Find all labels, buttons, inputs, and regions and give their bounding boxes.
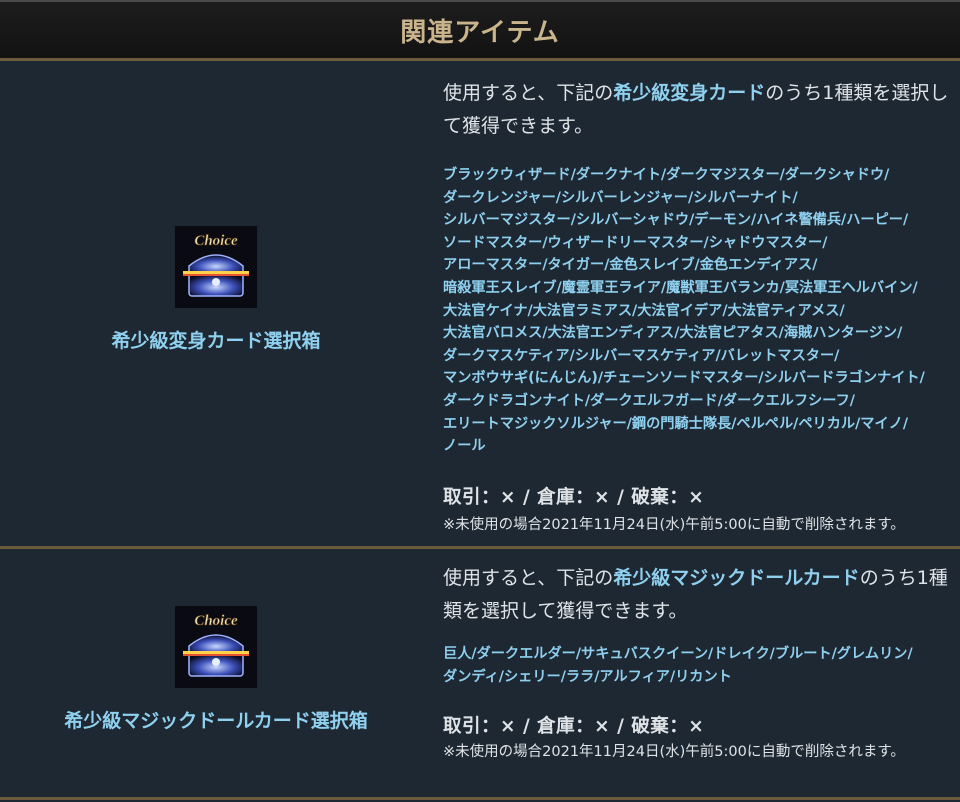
item-row: Choice 希少級マジックドールカード選択箱 使用すると、下記の希少級マジック…	[0, 549, 960, 800]
item-description: 使用すると、下記の希少級マジックドールカードのうち1種類を選択して獲得できます。	[443, 567, 948, 622]
highlight-term: 希少級マジックドールカード	[613, 567, 860, 589]
item-row: Choice 希少級変身カード選択箱 使用すると、下記の希少級変身カードのうち1…	[0, 61, 960, 549]
treasure-chest-icon: Choice	[175, 605, 257, 688]
expiry-note: ※未使用の場合2021年11月24日(水)午前5:00に自動で削除されます。	[443, 744, 905, 761]
choice-badge: Choice	[194, 233, 238, 249]
card-list: 巨人/ダークエルダー/サキュバスクイーン/ドレイク/ブルート/グレムリン/ ダン…	[443, 646, 913, 685]
item-name: 希少級マジックドールカード選択箱	[64, 709, 368, 732]
card-list: ブラックウィザード/ダークナイト/ダークマジスター/ダークシャドウ/ ダークレン…	[443, 167, 925, 455]
highlight-term: 希少級変身カード	[613, 82, 766, 104]
trade-restrictions: 取引：× / 倉庫：× / 破棄：×	[443, 716, 705, 738]
item-detail-cell: 使用すると、下記の希少級変身カードのうち1種類を選択して獲得できます。 ブラック…	[432, 61, 960, 546]
choice-badge: Choice	[194, 613, 238, 629]
item-detail-cell: 使用すると、下記の希少級マジックドールカードのうち1種類を選択して獲得できます。…	[432, 549, 960, 797]
item-name: 希少級変身カード選択箱	[111, 330, 321, 352]
item-visual-cell: Choice 希少級変身カード選択箱	[0, 61, 432, 546]
treasure-chest-icon: Choice	[175, 226, 257, 308]
item-description: 使用すると、下記の希少級変身カードのうち1種類を選択して獲得できます。	[443, 82, 949, 137]
related-items-panel: 関連アイテム Choice 希少級変身カード選択箱 使用すると、下記の希少級変身…	[0, 0, 960, 802]
expiry-note: ※未使用の場合2021年11月24日(水)午前5:00に自動で削除されます。	[443, 516, 905, 533]
section-title: 関連アイテム	[400, 17, 560, 48]
item-visual-cell: Choice 希少級マジックドールカード選択箱	[0, 549, 432, 797]
trade-restrictions: 取引：× / 倉庫：× / 破棄：×	[443, 486, 705, 508]
section-header: 関連アイテム	[0, 2, 960, 61]
